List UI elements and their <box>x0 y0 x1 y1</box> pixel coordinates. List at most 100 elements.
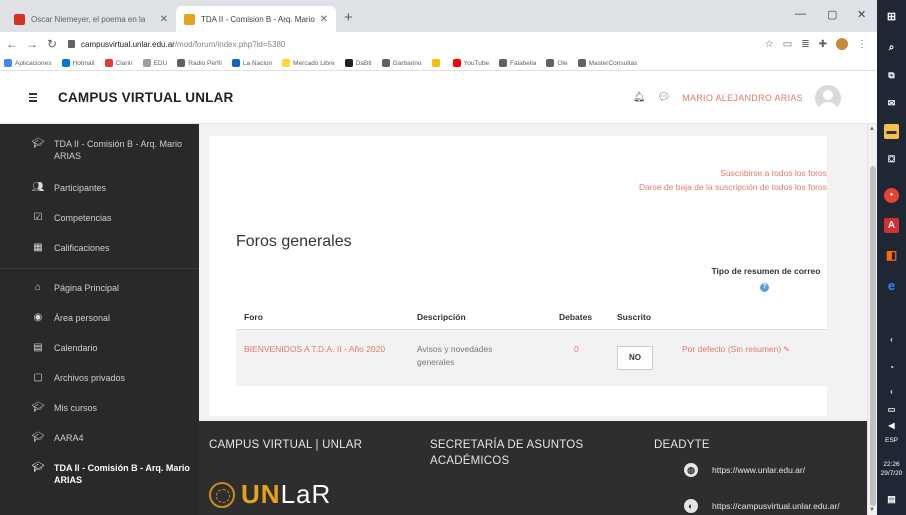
bookmark-item[interactable]: La Nacion <box>231 59 273 67</box>
subscribe-toggle-button[interactable]: NO <box>617 346 653 370</box>
subscription-links: Suscribirse a todos los foros Darse de b… <box>639 166 827 194</box>
mail-icon[interactable]: ✉ <box>884 96 899 111</box>
show-hidden-icons-chevron-icon[interactable]: ‹ <box>884 332 899 347</box>
sidebar-item-participantes[interactable]: 👥︎ Participantes <box>32 182 106 194</box>
user-name[interactable]: MARIO ALEJANDRO ARIAS <box>682 93 803 103</box>
close-window-button[interactable]: ✕ <box>857 8 866 21</box>
bookmark-item[interactable]: Ole <box>546 59 568 67</box>
battery-icon[interactable]: ▭ <box>884 402 899 417</box>
bookmarks-bar: Aplicaciones Hotmail Clarin EDU Radio Perfil… <box>0 56 877 71</box>
graduation-cap-icon: 🎓︎ <box>31 402 45 413</box>
footer-link-unlar[interactable]: ◍ https://www.unlar.edu.ar/ <box>684 463 805 477</box>
scrollbar-thumb[interactable] <box>870 166 876 506</box>
bookmark-label: La Nacion <box>242 59 273 67</box>
scroll-up-arrow-icon[interactable]: ▲ <box>869 126 875 132</box>
avatar[interactable] <box>815 84 841 111</box>
minimize-button[interactable]: — <box>795 8 806 20</box>
file-explorer-icon[interactable]: ▬ <box>884 124 899 139</box>
bookmark-item[interactable]: Mercado Libre <box>282 59 335 67</box>
notifications-icon[interactable]: ▤ <box>884 492 899 507</box>
search-icon[interactable]: ⌕ <box>884 40 899 55</box>
reading-list-icon[interactable]: ≣ <box>801 39 809 50</box>
office-icon[interactable]: ◧ <box>884 248 899 263</box>
footer-link-campus[interactable]: ◐ https://campusvirtual.unlar.edu.ar/ <box>684 499 840 513</box>
youtube-favicon-icon <box>14 13 25 25</box>
forum-name-link[interactable]: BIENVENIDOS A T.D.A. II - Año 2020 <box>244 343 389 356</box>
url-path: /mod/forum/index.php?id=5380 <box>174 39 286 49</box>
site-brand[interactable]: CAMPUS VIRTUAL UNLAR <box>58 90 234 105</box>
sidebar-item-area-personal[interactable]: ◉ Área personal <box>34 312 110 324</box>
sidebar-item-calendario[interactable]: ▤ Calendario <box>33 342 97 354</box>
network-icon[interactable]: ◔ <box>884 360 899 375</box>
url-input[interactable]: campusvirtual.unlar.edu.ar/mod/forum/ind… <box>68 35 765 53</box>
close-tab-icon[interactable]: ✕ <box>160 14 168 25</box>
bookmark-item[interactable]: Falabella <box>499 59 536 67</box>
bookmark-item[interactable] <box>431 59 443 67</box>
unsubscribe-all-link[interactable]: Darse de baja de la suscripción de todos… <box>639 180 827 194</box>
edge-icon[interactable]: e <box>884 278 899 293</box>
sidebar-item-archivos-privados[interactable]: ▢ Archivos privados <box>33 372 125 384</box>
pencil-edit-icon[interactable]: ✎ <box>783 343 791 354</box>
keyboard-language[interactable]: ESP <box>877 436 906 445</box>
sidebar-item-pagina-principal[interactable]: ⌂ Página Principal <box>35 282 119 294</box>
debates-count-link[interactable]: 0 <box>574 343 579 356</box>
clock-time[interactable]: 22:26 <box>877 460 906 469</box>
bookmark-item[interactable]: MasterConsultas <box>577 59 637 67</box>
maximize-button[interactable]: ▢ <box>827 8 837 21</box>
sidebar-item-label: TDA II - Comisión B - Arq. Mario ARIAS <box>54 139 183 161</box>
help-info-icon[interactable]: ? <box>760 283 769 292</box>
scroll-down-arrow-icon[interactable]: ▼ <box>869 507 875 513</box>
bookmark-label: Garbarino <box>392 59 422 67</box>
bookmark-item[interactable]: YouTube <box>452 59 489 67</box>
table-row: BIENVENIDOS A T.D.A. II - Año 2020 Aviso… <box>236 330 827 386</box>
back-icon[interactable]: ← <box>4 37 20 51</box>
extensions-icon[interactable]: ✚ <box>819 39 827 50</box>
digest-column-header: Tipo de resumen de correo <box>711 266 821 276</box>
star-icon[interactable]: ☆ <box>765 39 774 50</box>
store-icon[interactable]: ⛋ <box>884 152 899 167</box>
unlar-favicon-icon <box>184 13 195 25</box>
sidebar-item-current-course[interactable]: 🎓︎ TDA II - Comisión B - Arq. Mario ARIA… <box>32 462 194 486</box>
users-icon: 👥︎ <box>31 182 45 193</box>
bookmark-item[interactable]: Garbarino <box>381 59 422 67</box>
chat-icon[interactable]: 💬︎ <box>657 92 670 103</box>
sidebar-item-calificaciones[interactable]: ▦ Calificaciones <box>33 242 109 254</box>
new-tab-button[interactable]: + <box>344 9 353 26</box>
bell-icon[interactable]: 🔔︎ <box>633 92 646 103</box>
profile-avatar[interactable] <box>836 38 848 50</box>
subscribe-all-link[interactable]: Suscribirse a todos los foros <box>639 166 827 180</box>
volume-icon[interactable]: ◀ <box>884 418 899 433</box>
digest-type-setting[interactable]: Por defecto (Sin resumen) ✎ <box>682 343 791 356</box>
cast-icon[interactable]: ▭ <box>783 39 792 50</box>
bookmark-item[interactable]: DaBti <box>344 59 372 67</box>
hamburger-menu-icon[interactable] <box>24 89 42 107</box>
close-tab-icon[interactable]: ✕ <box>320 14 328 25</box>
acrobat-icon[interactable]: A <box>884 218 899 233</box>
bookmark-favicon-icon <box>452 59 461 67</box>
task-view-icon[interactable]: ⧉ <box>884 68 899 83</box>
bookmark-item[interactable]: Hotmail <box>61 59 95 67</box>
bookmark-favicon-icon <box>546 59 555 67</box>
forward-icon[interactable]: → <box>24 37 40 51</box>
page-scrollbar[interactable]: ▲ ▼ <box>867 124 877 515</box>
tab-oscar-niemeyer[interactable]: Oscar Niemeyer, el poema en la ✕ <box>6 6 176 32</box>
sidebar-item-competencias[interactable]: ☑ Competencias <box>34 212 112 224</box>
reload-icon[interactable]: ↻ <box>44 37 60 51</box>
bookmark-item[interactable]: Clarin <box>104 59 133 67</box>
tab-tda-ii[interactable]: TDA II - Comision B - Arq. Mario ✕ <box>176 6 336 32</box>
sidebar-item-aara4[interactable]: 🎓︎ AARA4 <box>32 432 84 444</box>
bookmark-item[interactable]: EDU <box>142 59 167 67</box>
bookmark-item[interactable]: Aplicaciones <box>4 59 52 67</box>
sidebar-item-course[interactable]: 🎓︎ TDA II - Comisión B - Arq. Mario ARIA… <box>32 138 184 162</box>
chevron-left-icon[interactable]: ‹ <box>884 384 899 399</box>
menu-dots-icon[interactable]: ⋮ <box>857 39 867 50</box>
clock-date[interactable]: 29/7/20 <box>877 469 906 478</box>
windows-start-icon[interactable]: ⊞ <box>884 10 899 25</box>
sidebar-item-mis-cursos[interactable]: 🎓︎ Mis cursos <box>32 402 97 414</box>
windows-taskbar: ⊞ ⌕ ⧉ ✉ ▬ ⛋ ● A ◧ e ‹ ◔ ‹ ▭ ◀ ESP 22:26 … <box>877 0 906 515</box>
graduation-cap-icon: 🎓︎ <box>31 432 45 443</box>
github-icon: ◐ <box>684 499 698 513</box>
chrome-icon[interactable]: ● <box>884 188 899 203</box>
forum-index-card: Suscribirse a todos los foros Darse de b… <box>209 136 827 416</box>
bookmark-item[interactable]: Radio Perfil <box>177 59 222 67</box>
